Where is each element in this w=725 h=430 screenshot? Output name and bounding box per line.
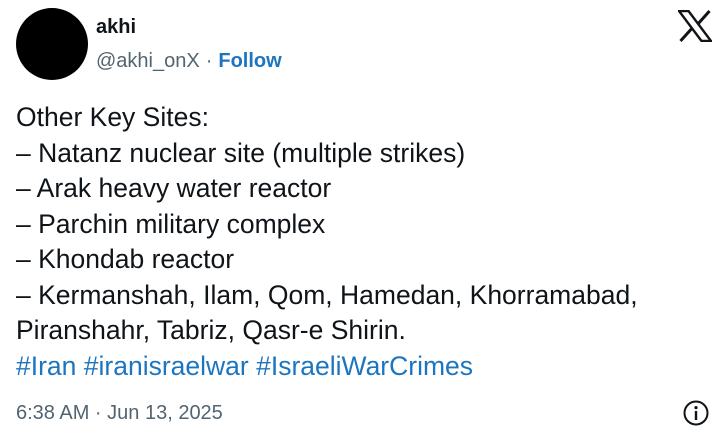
follow-button[interactable]: Follow	[218, 50, 281, 72]
hashtag-link[interactable]: #iranisraelwar	[84, 351, 249, 381]
author-display-name[interactable]: akhi	[96, 15, 136, 39]
tweet-text-line: – Parchin military complex	[16, 208, 326, 239]
tweet-text-line: – Natanz nuclear site (multiple strikes)	[16, 137, 466, 168]
tweet-timestamp[interactable]: 6:38 AM · Jun 13, 2025	[16, 401, 223, 425]
tweet-text-line: Piranshahr, Tabriz, Qasr-e Shirin.	[16, 315, 406, 345]
separator-dot: ·	[205, 50, 213, 72]
tweet-text-line: – Arak heavy water reactor	[16, 173, 332, 203]
author-handle-row: @akhi_onX · Follow	[96, 49, 282, 73]
author-handle[interactable]: @akhi_onX	[96, 50, 200, 72]
tweet-text-line: Other Key Sites:	[16, 102, 209, 132]
x-logo-icon[interactable]	[678, 10, 712, 42]
tweet-text-line: – Khondab reactor	[16, 244, 235, 274]
hashtag-link[interactable]: #IsraeliWarCrimes	[256, 351, 473, 381]
hashtag-link[interactable]: #Iran	[16, 351, 76, 381]
tweet-text-line: – Kermanshah, Ilam, Qom, Hamedan, Khorra…	[16, 279, 638, 310]
hashtag-row: #Iran #iranisraelwar #IsraeliWarCrimes	[16, 349, 716, 385]
tweet-card: akhi @akhi_onX · Follow Other Key Sites: –…	[0, 0, 725, 430]
tweet-text: Other Key Sites: – Natanz nuclear site (…	[16, 100, 716, 384]
info-icon[interactable]	[682, 399, 710, 427]
avatar[interactable]	[16, 8, 88, 80]
